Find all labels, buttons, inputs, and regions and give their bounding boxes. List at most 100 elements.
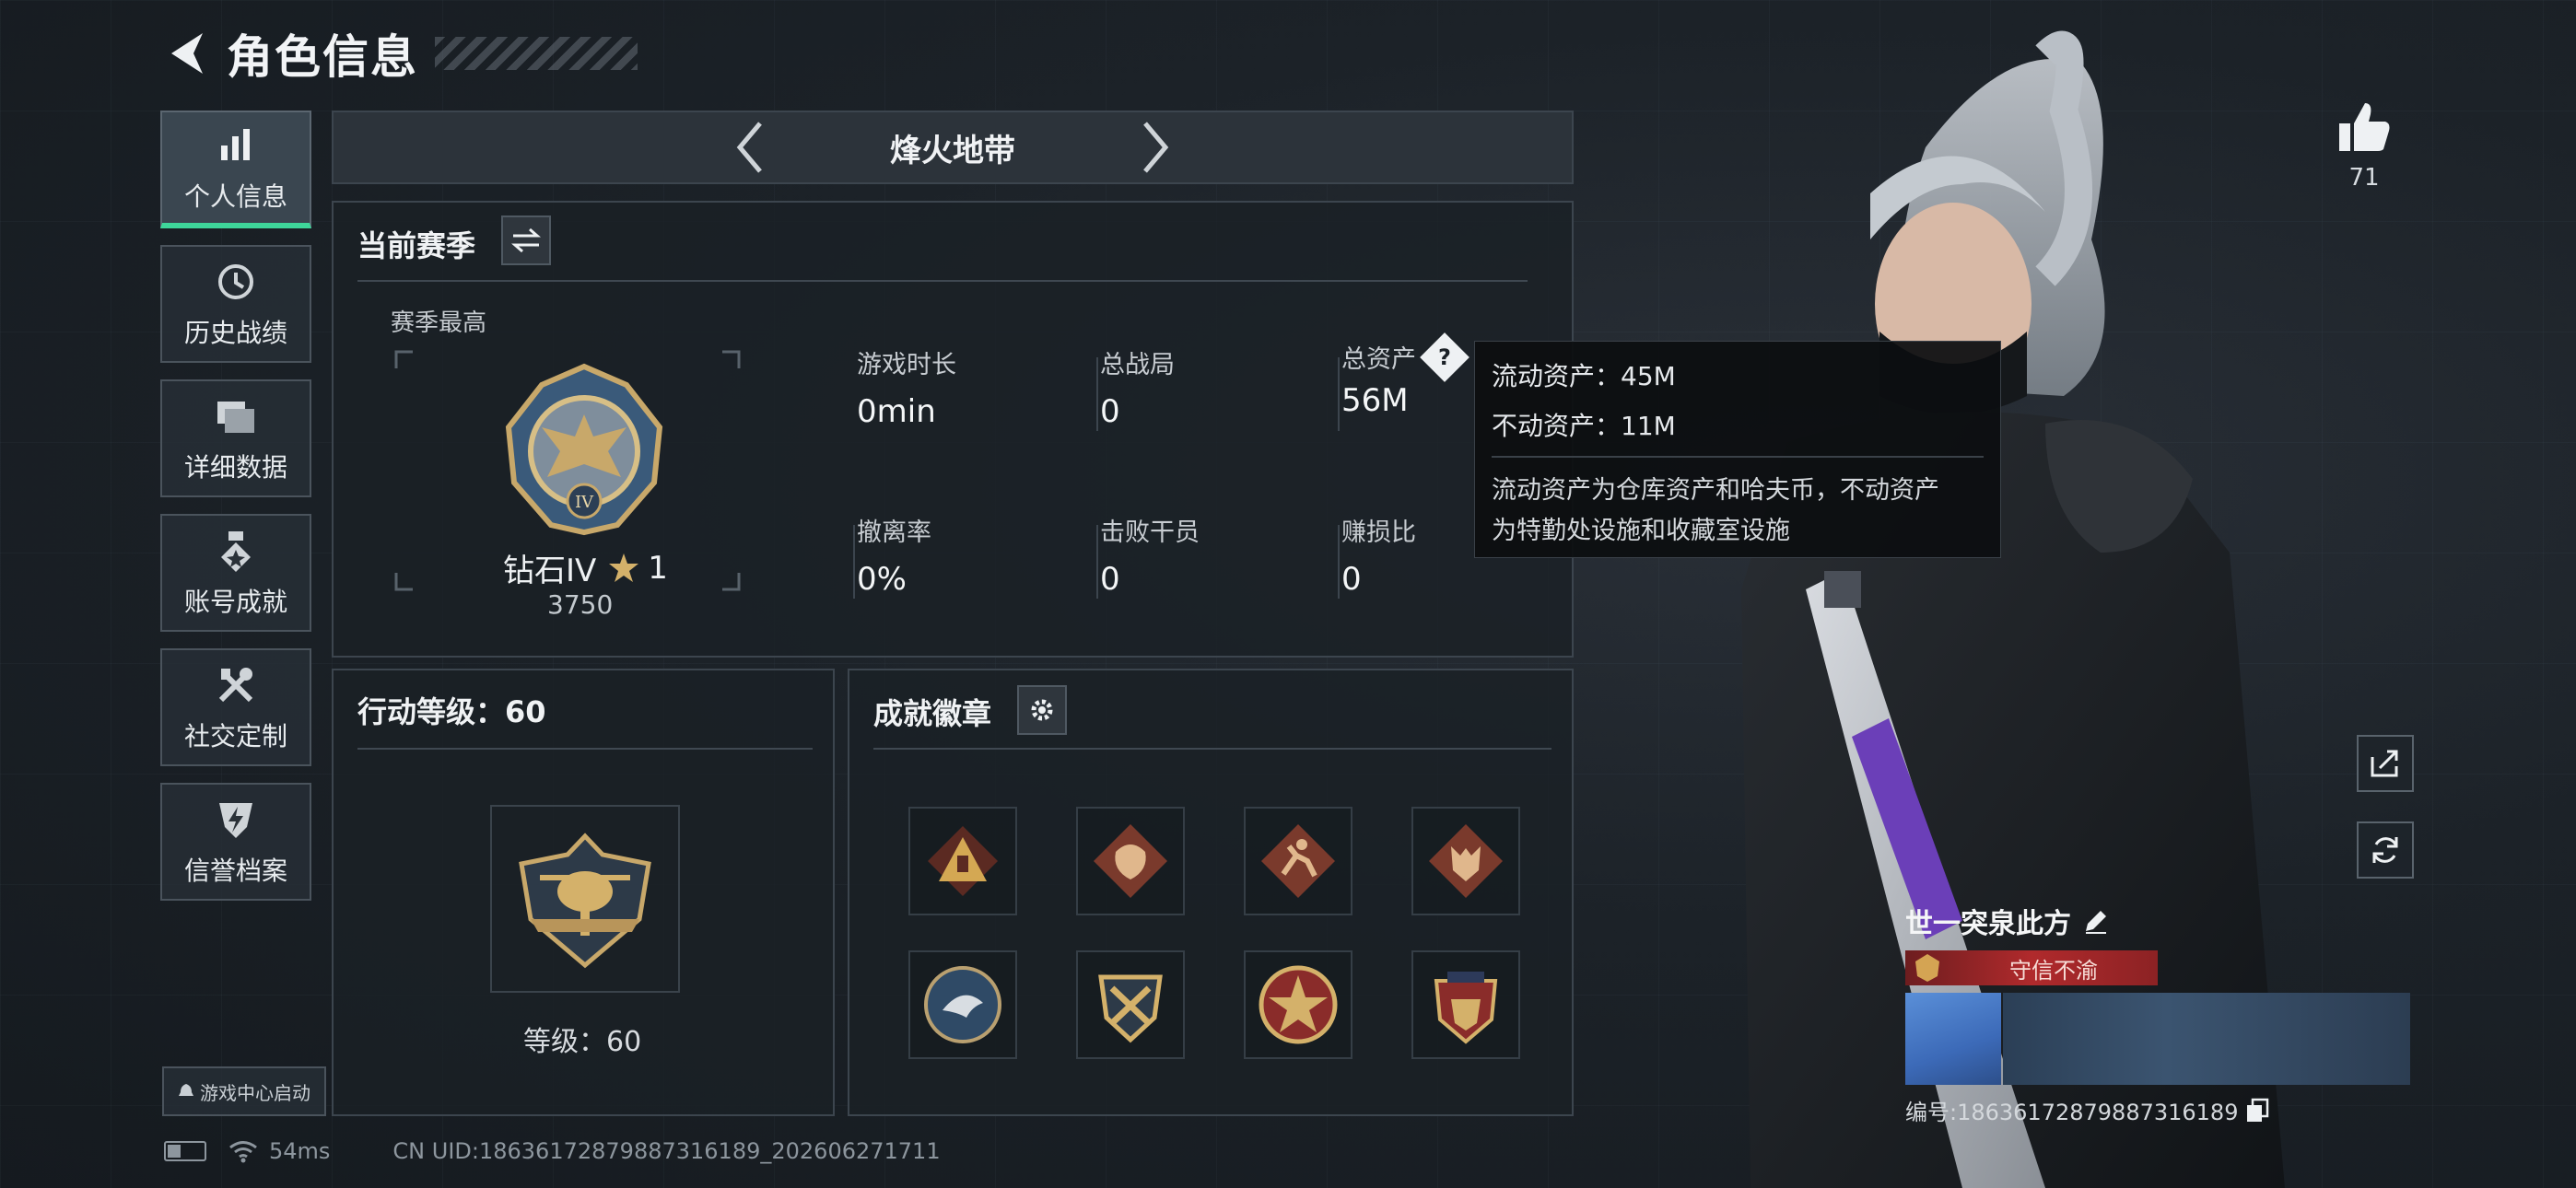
badge-heraldry[interactable] [1411, 950, 1520, 1059]
bar-chart-icon [212, 122, 260, 169]
divider [357, 748, 813, 750]
sidebar-item-personal-info[interactable]: 个人信息 [160, 111, 311, 228]
rank-points: 3750 [547, 589, 614, 620]
honor-title: 守信不渝 [1905, 950, 2158, 985]
mode-switcher: 烽火地带 [332, 111, 1574, 184]
share-icon [2371, 750, 2398, 777]
wifi-icon [229, 1141, 257, 1163]
stat-value: 0 [1341, 561, 1362, 598]
sidebar-item-label: 历史战绩 [183, 318, 287, 348]
badge-eagle[interactable] [908, 950, 1017, 1059]
status-bar: 54ms CN UID:186361728798873161​89_202606… [164, 1138, 941, 1164]
divider [1338, 525, 1340, 599]
divider [1492, 456, 1984, 458]
stat-label: 总资产 [1341, 345, 1416, 374]
honor-text: 守信不渝 [2009, 957, 2098, 984]
divider [853, 525, 855, 599]
title-decoration [435, 37, 638, 70]
season-switch-button[interactable] [501, 215, 551, 265]
sidebar-item-history[interactable]: 历史战绩 [160, 245, 311, 363]
player-name-row: 世一突泉此方 [1905, 901, 2410, 941]
divider [357, 280, 1528, 282]
page-header: 角色信息 [164, 24, 638, 84]
star-badge-icon [1259, 965, 1338, 1044]
assets-tooltip: 流动资产：45M 不动资产：11M 流动资产为仓库资产和哈夫币，不动资产 为特勤… [1474, 341, 2001, 558]
profile-cards [1905, 993, 2410, 1085]
sidebar-item-label: 账号成就 [183, 587, 287, 617]
sidebar-item-reputation[interactable]: 信誉档案 [160, 783, 311, 901]
runner-badge-icon [1261, 824, 1335, 898]
stat-extraction-rate: 撤离率 0% [857, 512, 931, 598]
stat-label-row: 总资产 ? [1341, 332, 1469, 382]
help-icon[interactable]: ? [1420, 332, 1469, 382]
tools-icon [212, 661, 260, 709]
dragon-badge-icon [1094, 824, 1167, 898]
player-profile: 世一突泉此方 守信不渝 编号:186361728798873161​89 [1905, 901, 2410, 1126]
action-level-panel: 行动等级：60 等级：60 [332, 669, 835, 1116]
stat-value: 56M [1341, 382, 1409, 419]
sidebar-item-achievements[interactable]: 账号成就 [160, 514, 311, 632]
edit-icon[interactable] [2082, 907, 2110, 935]
like-button[interactable] [2327, 101, 2401, 157]
stat-label: 总战局 [1100, 351, 1175, 379]
shield-bolt-icon [212, 796, 260, 844]
divider [1096, 525, 1098, 599]
ping-value: 54ms [269, 1138, 331, 1164]
svg-text:IV: IV [575, 493, 594, 512]
player-number: 编号:186361728798873161​89 [1905, 1100, 2239, 1125]
tooltip-description-line: 流动资产为仓库资产和哈夫币，不动资产 [1492, 476, 1939, 505]
uid-text: CN UID:186361728798873161​89_20260627171… [392, 1138, 941, 1164]
divider [1096, 357, 1098, 431]
badge-triangle[interactable] [908, 807, 1017, 915]
thumbs-up-icon [2339, 103, 2390, 151]
badge-wolf[interactable] [1411, 807, 1520, 915]
sidebar-item-label: 信誉档案 [183, 856, 287, 886]
name-card-banner[interactable] [2003, 993, 2410, 1085]
sidebar-item-label: 个人信息 [183, 181, 287, 212]
player-number-row: 编号:186361728798873161​89 [1905, 1094, 2410, 1126]
stat-label: 撤离率 [857, 518, 931, 547]
gear-icon [1031, 699, 1053, 721]
stat-playtime: 游戏时长 0min [857, 344, 956, 430]
stat-value: 0 [1100, 561, 1120, 598]
heraldry-badge-icon [1434, 972, 1498, 1044]
stat-operators-defeated: 击败干员 0 [1100, 512, 1200, 598]
refresh-button[interactable] [2357, 821, 2414, 879]
mode-prev-button[interactable] [722, 120, 778, 175]
rank-stars: 1 [648, 549, 668, 587]
stat-label: 游戏时长 [857, 351, 956, 379]
copy-icon[interactable] [2245, 1098, 2269, 1124]
chevron-left-icon [736, 122, 762, 173]
sidebar-item-details[interactable]: 详细数据 [160, 379, 311, 497]
rank-name-text: 钻石IV [503, 553, 597, 589]
stat-value: 0 [1100, 393, 1120, 430]
back-button[interactable] [164, 28, 210, 79]
divider [1338, 357, 1340, 431]
season-panel: 当前赛季 赛季最高 IV 钻石IV 1 3750 游戏时长 0min 总战局 0… [332, 201, 1574, 658]
mode-next-button[interactable] [1128, 120, 1183, 175]
folder-icon [212, 392, 260, 440]
badge-dragon[interactable] [1076, 807, 1185, 915]
rank-name: 钻石IV 1 [503, 545, 668, 590]
season-title: 当前赛季 [357, 228, 476, 263]
honor-emblem-icon [1905, 950, 1950, 985]
stat-profit-ratio: 赚损比 0 [1341, 512, 1416, 598]
badge-star[interactable] [1244, 950, 1352, 1059]
tooltip-description-line: 为特勤处设施和收藏室设施 [1492, 517, 1790, 545]
tooltip-fixed-assets: 不动资产：11M [1492, 411, 1676, 441]
badges-title: 成就徽章 [873, 696, 992, 731]
badge-crossed-guns[interactable] [1076, 950, 1185, 1059]
stat-value: 0min [857, 393, 936, 430]
battery-icon [164, 1141, 206, 1161]
season-best-label: 赛季最高 [391, 309, 487, 337]
avatar[interactable] [1905, 993, 2001, 1085]
swap-icon [511, 227, 541, 253]
bell-icon [179, 1084, 193, 1096]
mode-label: 烽火地带 [890, 132, 1015, 169]
share-button[interactable] [2357, 735, 2414, 792]
badge-runner[interactable] [1244, 807, 1352, 915]
back-arrow-icon [171, 33, 203, 74]
badge-settings-button[interactable] [1017, 685, 1067, 735]
game-center-launch-button[interactable]: 游戏中心启动 [162, 1066, 326, 1116]
sidebar-item-social[interactable]: 社交定制 [160, 648, 311, 766]
